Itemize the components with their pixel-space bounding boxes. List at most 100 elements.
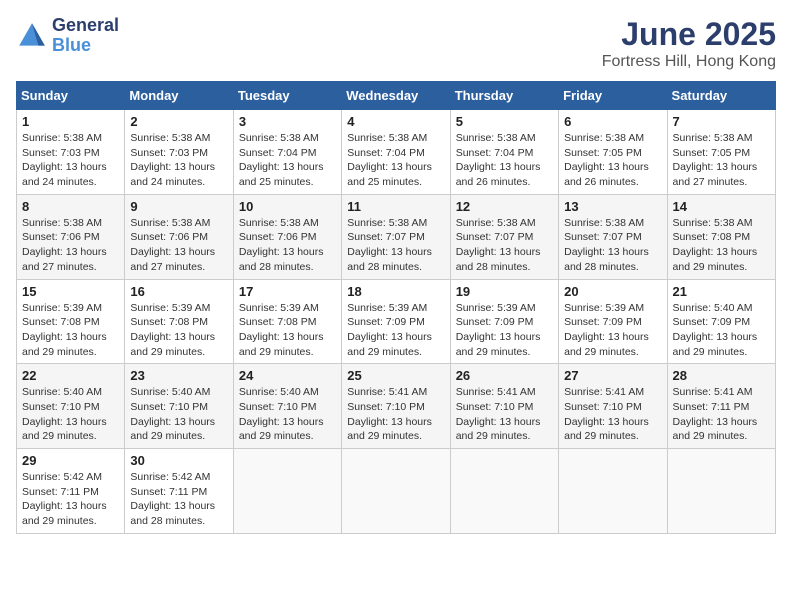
day-info: Sunrise: 5:39 AM Sunset: 7:09 PM Dayligh… xyxy=(456,301,553,360)
sunrise-time: 5:38 AM xyxy=(280,217,319,229)
calendar-table: SundayMondayTuesdayWednesdayThursdayFrid… xyxy=(16,81,776,534)
sunset-time: 7:06 PM xyxy=(277,231,316,243)
day-number: 14 xyxy=(673,199,770,214)
day-info: Sunrise: 5:41 AM Sunset: 7:10 PM Dayligh… xyxy=(347,385,444,444)
sunrise-time: 5:38 AM xyxy=(63,217,102,229)
day-number: 26 xyxy=(456,368,553,383)
sunrise-time: 5:38 AM xyxy=(497,132,536,144)
day-number: 20 xyxy=(564,284,661,299)
day-number: 10 xyxy=(239,199,336,214)
sunset-time: 7:10 PM xyxy=(603,401,642,413)
calendar-cell: 9 Sunrise: 5:38 AM Sunset: 7:06 PM Dayli… xyxy=(125,194,233,279)
day-info: Sunrise: 5:41 AM Sunset: 7:10 PM Dayligh… xyxy=(564,385,661,444)
daylight-label: Daylight: 13 hours and 29 minutes. xyxy=(347,416,432,443)
sunset-time: 7:08 PM xyxy=(61,316,100,328)
day-info: Sunrise: 5:38 AM Sunset: 7:06 PM Dayligh… xyxy=(239,216,336,275)
sunrise-time: 5:40 AM xyxy=(714,302,753,314)
calendar-cell: 15 Sunrise: 5:39 AM Sunset: 7:08 PM Dayl… xyxy=(17,279,125,364)
sunset-time: 7:05 PM xyxy=(711,147,750,159)
sunset-label: Sunset: xyxy=(456,147,495,159)
calendar-cell: 20 Sunrise: 5:39 AM Sunset: 7:09 PM Dayl… xyxy=(559,279,667,364)
sunrise-label: Sunrise: xyxy=(130,132,171,144)
sunset-time: 7:04 PM xyxy=(386,147,425,159)
day-number: 16 xyxy=(130,284,227,299)
daylight-label: Daylight: 13 hours and 29 minutes. xyxy=(564,331,649,358)
sunset-time: 7:07 PM xyxy=(386,231,425,243)
day-of-week-header: Tuesday xyxy=(233,82,341,110)
sunset-label: Sunset: xyxy=(347,147,386,159)
sunset-label: Sunset: xyxy=(22,316,61,328)
day-info: Sunrise: 5:38 AM Sunset: 7:03 PM Dayligh… xyxy=(22,131,119,190)
day-info: Sunrise: 5:40 AM Sunset: 7:10 PM Dayligh… xyxy=(130,385,227,444)
daylight-label: Daylight: 13 hours and 29 minutes. xyxy=(564,416,649,443)
sunset-time: 7:08 PM xyxy=(169,316,208,328)
calendar-cell: 2 Sunrise: 5:38 AM Sunset: 7:03 PM Dayli… xyxy=(125,110,233,195)
sunrise-label: Sunrise: xyxy=(673,386,714,398)
sunset-label: Sunset: xyxy=(564,401,603,413)
calendar-cell: 21 Sunrise: 5:40 AM Sunset: 7:09 PM Dayl… xyxy=(667,279,775,364)
calendar-cell: 23 Sunrise: 5:40 AM Sunset: 7:10 PM Dayl… xyxy=(125,364,233,449)
day-info: Sunrise: 5:38 AM Sunset: 7:03 PM Dayligh… xyxy=(130,131,227,190)
sunrise-label: Sunrise: xyxy=(347,302,388,314)
sunset-label: Sunset: xyxy=(564,231,603,243)
day-of-week-header: Wednesday xyxy=(342,82,450,110)
day-number: 30 xyxy=(130,453,227,468)
sunset-label: Sunset: xyxy=(564,316,603,328)
day-info: Sunrise: 5:39 AM Sunset: 7:09 PM Dayligh… xyxy=(347,301,444,360)
sunrise-label: Sunrise: xyxy=(564,302,605,314)
sunset-label: Sunset: xyxy=(239,231,278,243)
sunrise-time: 5:39 AM xyxy=(497,302,536,314)
day-number: 13 xyxy=(564,199,661,214)
sunset-label: Sunset: xyxy=(347,316,386,328)
sunset-time: 7:06 PM xyxy=(61,231,100,243)
day-info: Sunrise: 5:38 AM Sunset: 7:07 PM Dayligh… xyxy=(347,216,444,275)
day-number: 17 xyxy=(239,284,336,299)
sunrise-time: 5:39 AM xyxy=(172,302,211,314)
day-number: 29 xyxy=(22,453,119,468)
day-number: 7 xyxy=(673,114,770,129)
sunrise-time: 5:41 AM xyxy=(497,386,536,398)
day-info: Sunrise: 5:39 AM Sunset: 7:08 PM Dayligh… xyxy=(130,301,227,360)
day-info: Sunrise: 5:38 AM Sunset: 7:07 PM Dayligh… xyxy=(456,216,553,275)
logo-text: General Blue xyxy=(52,16,119,56)
sunrise-label: Sunrise: xyxy=(130,302,171,314)
sunrise-label: Sunrise: xyxy=(239,302,280,314)
daylight-label: Daylight: 13 hours and 28 minutes. xyxy=(456,246,541,273)
calendar-cell: 25 Sunrise: 5:41 AM Sunset: 7:10 PM Dayl… xyxy=(342,364,450,449)
sunset-time: 7:04 PM xyxy=(277,147,316,159)
sunset-time: 7:03 PM xyxy=(169,147,208,159)
day-info: Sunrise: 5:39 AM Sunset: 7:08 PM Dayligh… xyxy=(239,301,336,360)
sunrise-label: Sunrise: xyxy=(22,132,63,144)
calendar-cell: 16 Sunrise: 5:39 AM Sunset: 7:08 PM Dayl… xyxy=(125,279,233,364)
daylight-label: Daylight: 13 hours and 25 minutes. xyxy=(347,161,432,188)
sunrise-label: Sunrise: xyxy=(130,471,171,483)
sunrise-time: 5:38 AM xyxy=(606,217,645,229)
sunset-label: Sunset: xyxy=(239,316,278,328)
day-info: Sunrise: 5:38 AM Sunset: 7:04 PM Dayligh… xyxy=(239,131,336,190)
sunset-label: Sunset: xyxy=(456,231,495,243)
calendar-cell: 4 Sunrise: 5:38 AM Sunset: 7:04 PM Dayli… xyxy=(342,110,450,195)
calendar-cell: 27 Sunrise: 5:41 AM Sunset: 7:10 PM Dayl… xyxy=(559,364,667,449)
sunrise-label: Sunrise: xyxy=(564,217,605,229)
sunset-time: 7:08 PM xyxy=(711,231,750,243)
sunrise-time: 5:41 AM xyxy=(389,386,428,398)
sunset-time: 7:10 PM xyxy=(494,401,533,413)
day-info: Sunrise: 5:40 AM Sunset: 7:10 PM Dayligh… xyxy=(22,385,119,444)
sunrise-time: 5:42 AM xyxy=(63,471,102,483)
sunrise-time: 5:38 AM xyxy=(172,132,211,144)
calendar-cell: 26 Sunrise: 5:41 AM Sunset: 7:10 PM Dayl… xyxy=(450,364,558,449)
sunrise-time: 5:38 AM xyxy=(714,132,753,144)
calendar-cell: 5 Sunrise: 5:38 AM Sunset: 7:04 PM Dayli… xyxy=(450,110,558,195)
sunset-label: Sunset: xyxy=(22,231,61,243)
calendar-cell: 18 Sunrise: 5:39 AM Sunset: 7:09 PM Dayl… xyxy=(342,279,450,364)
sunset-label: Sunset: xyxy=(239,147,278,159)
sunset-label: Sunset: xyxy=(239,401,278,413)
calendar-cell: 13 Sunrise: 5:38 AM Sunset: 7:07 PM Dayl… xyxy=(559,194,667,279)
daylight-label: Daylight: 13 hours and 24 minutes. xyxy=(130,161,215,188)
calendar-cell xyxy=(450,449,558,534)
sunset-time: 7:10 PM xyxy=(61,401,100,413)
daylight-label: Daylight: 13 hours and 29 minutes. xyxy=(22,416,107,443)
calendar-cell: 12 Sunrise: 5:38 AM Sunset: 7:07 PM Dayl… xyxy=(450,194,558,279)
sunset-time: 7:10 PM xyxy=(277,401,316,413)
sunset-label: Sunset: xyxy=(22,147,61,159)
